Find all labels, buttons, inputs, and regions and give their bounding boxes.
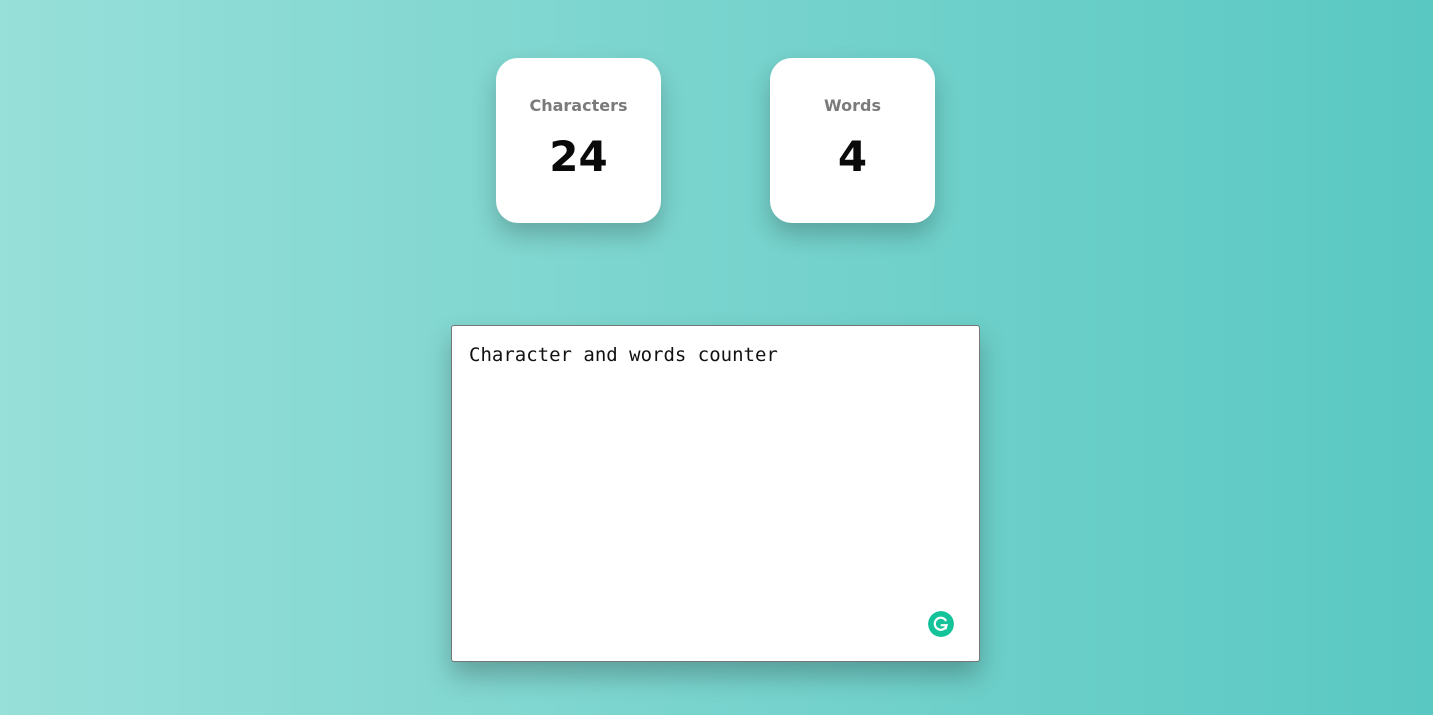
words-label: Words bbox=[824, 96, 881, 115]
words-count: 4 bbox=[837, 132, 868, 181]
text-editor-box bbox=[451, 325, 980, 662]
grammarly-icon[interactable] bbox=[928, 611, 954, 637]
characters-label: Characters bbox=[529, 96, 628, 115]
words-card: Words 4 bbox=[770, 58, 935, 223]
characters-count: 24 bbox=[549, 132, 608, 181]
text-input[interactable] bbox=[469, 342, 959, 642]
characters-card: Characters 24 bbox=[496, 58, 661, 223]
